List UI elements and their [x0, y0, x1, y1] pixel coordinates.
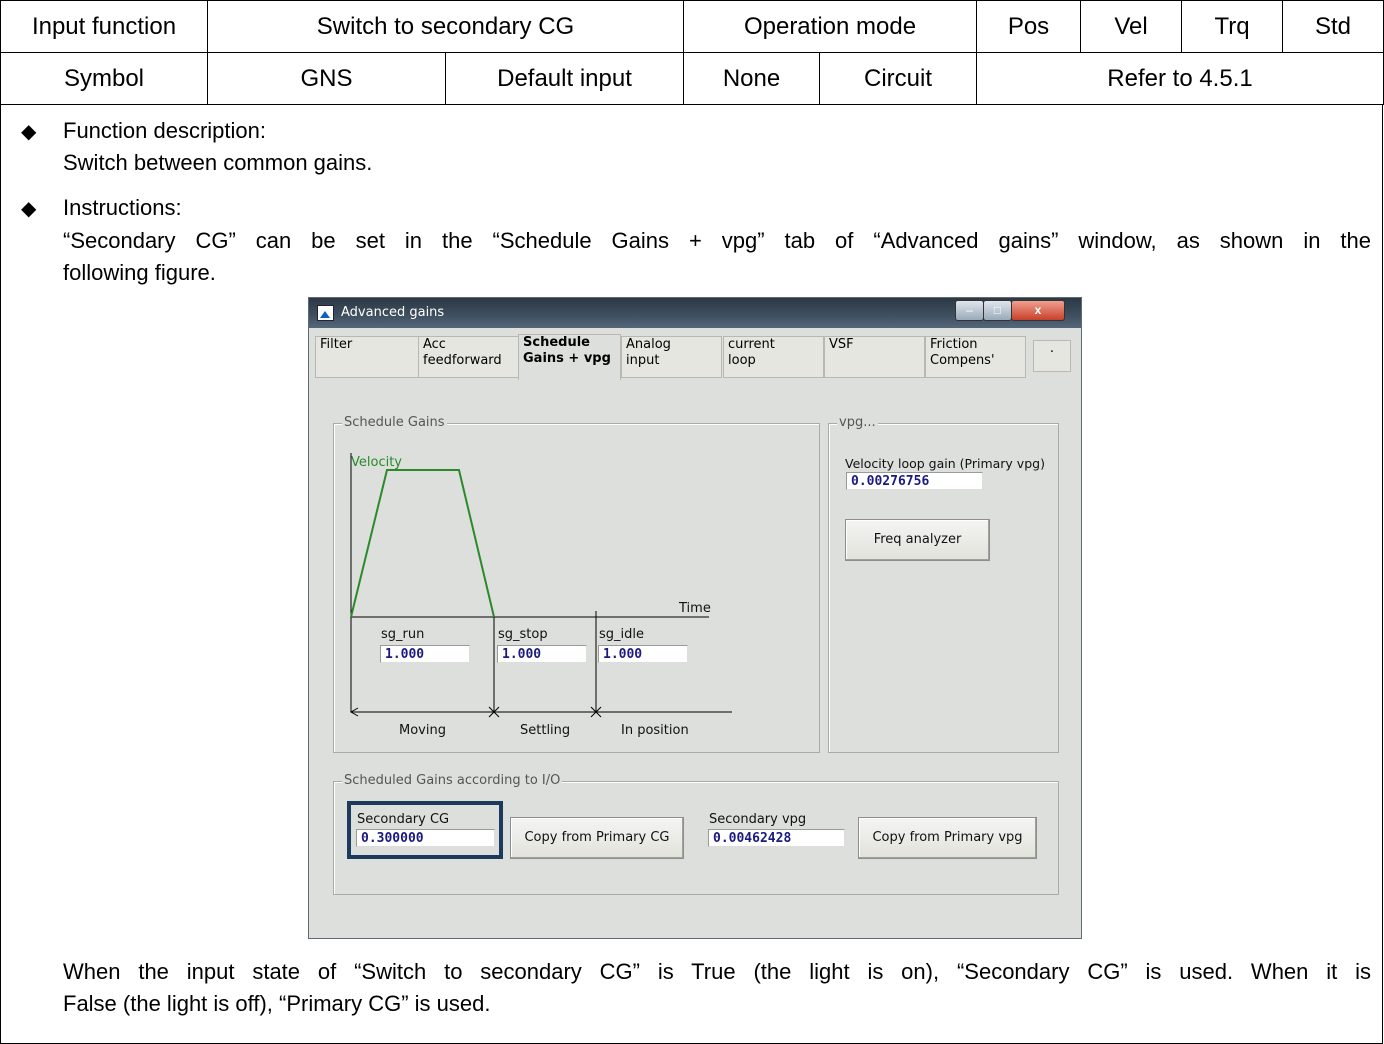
- sg-stop-field[interactable]: 1.000: [497, 645, 587, 663]
- bullet-icon: ◆: [21, 121, 37, 143]
- velocity-curve: [350, 469, 495, 618]
- freq-analyzer-button[interactable]: Freq analyzer: [845, 519, 990, 561]
- sg-idle-field[interactable]: 1.000: [598, 645, 688, 663]
- symbol-value: GNS: [207, 52, 446, 105]
- velocity-label: Velocity: [351, 455, 402, 470]
- mode-vel: Vel: [1080, 0, 1183, 53]
- bullet-icon: ◆: [21, 198, 37, 220]
- symbol-label: Symbol: [0, 52, 208, 105]
- primary-vpg-field[interactable]: 0.00276756: [846, 472, 983, 490]
- function-spec-table: Input function Switch to secondary CG Op…: [0, 0, 1384, 105]
- default-input-value: None: [683, 52, 820, 105]
- phase-in-position-label: In position: [621, 723, 689, 738]
- secondary-cg-highlight: [347, 801, 503, 859]
- circuit-label: Circuit: [818, 52, 978, 105]
- advanced-gains-window: Advanced gains ‒ □ x Filter Acc feedforw…: [309, 298, 1081, 938]
- primary-vpg-label: Velocity loop gain (Primary vpg): [845, 456, 1045, 471]
- time-label: Time: [679, 601, 711, 616]
- sg-idle-label: sg_idle: [599, 627, 644, 642]
- phase-settling-label: Settling: [520, 723, 571, 738]
- closing-text-line1: When the input state of “Switch to secon…: [63, 959, 1371, 984]
- copy-from-primary-cg-button[interactable]: Copy from Primary CG: [510, 817, 684, 859]
- secondary-vpg-field[interactable]: 0.00462428: [708, 829, 845, 847]
- input-function-label: Input function: [0, 0, 208, 53]
- mode-pos: Pos: [976, 0, 1082, 53]
- default-input-label: Default input: [445, 52, 684, 105]
- operation-mode-label: Operation mode: [682, 0, 978, 53]
- input-function-value: Switch to secondary CG: [207, 0, 684, 53]
- group-label: vpg...: [837, 415, 878, 430]
- sg-stop-label: sg_stop: [498, 627, 548, 642]
- instructions-text-line2: following figure.: [63, 260, 216, 285]
- mode-trq: Trq: [1181, 0, 1284, 53]
- instructions-text-line1: “Secondary CG” can be set in the “Schedu…: [63, 228, 1371, 253]
- group-label: Scheduled Gains according to I/O: [342, 773, 563, 788]
- sg-run-label: sg_run: [381, 627, 425, 642]
- phase-moving-label: Moving: [399, 723, 446, 738]
- circuit-value: Refer to 4.5.1: [976, 52, 1384, 105]
- mode-std: Std: [1282, 0, 1384, 53]
- function-description-text: Switch between common gains.: [63, 150, 373, 175]
- copy-from-primary-vpg-button[interactable]: Copy from Primary vpg: [858, 817, 1037, 859]
- table-row: Symbol GNS Default input None Circuit Re…: [0, 52, 1384, 105]
- table-row: Input function Switch to secondary CG Op…: [0, 0, 1384, 53]
- closing-text-line2: False (the light is off), “Primary CG” i…: [63, 991, 491, 1016]
- secondary-vpg-label: Secondary vpg: [709, 812, 807, 827]
- instructions-heading: Instructions:: [63, 195, 182, 220]
- sg-run-field[interactable]: 1.000: [380, 645, 470, 663]
- function-description-heading: Function description:: [63, 118, 266, 143]
